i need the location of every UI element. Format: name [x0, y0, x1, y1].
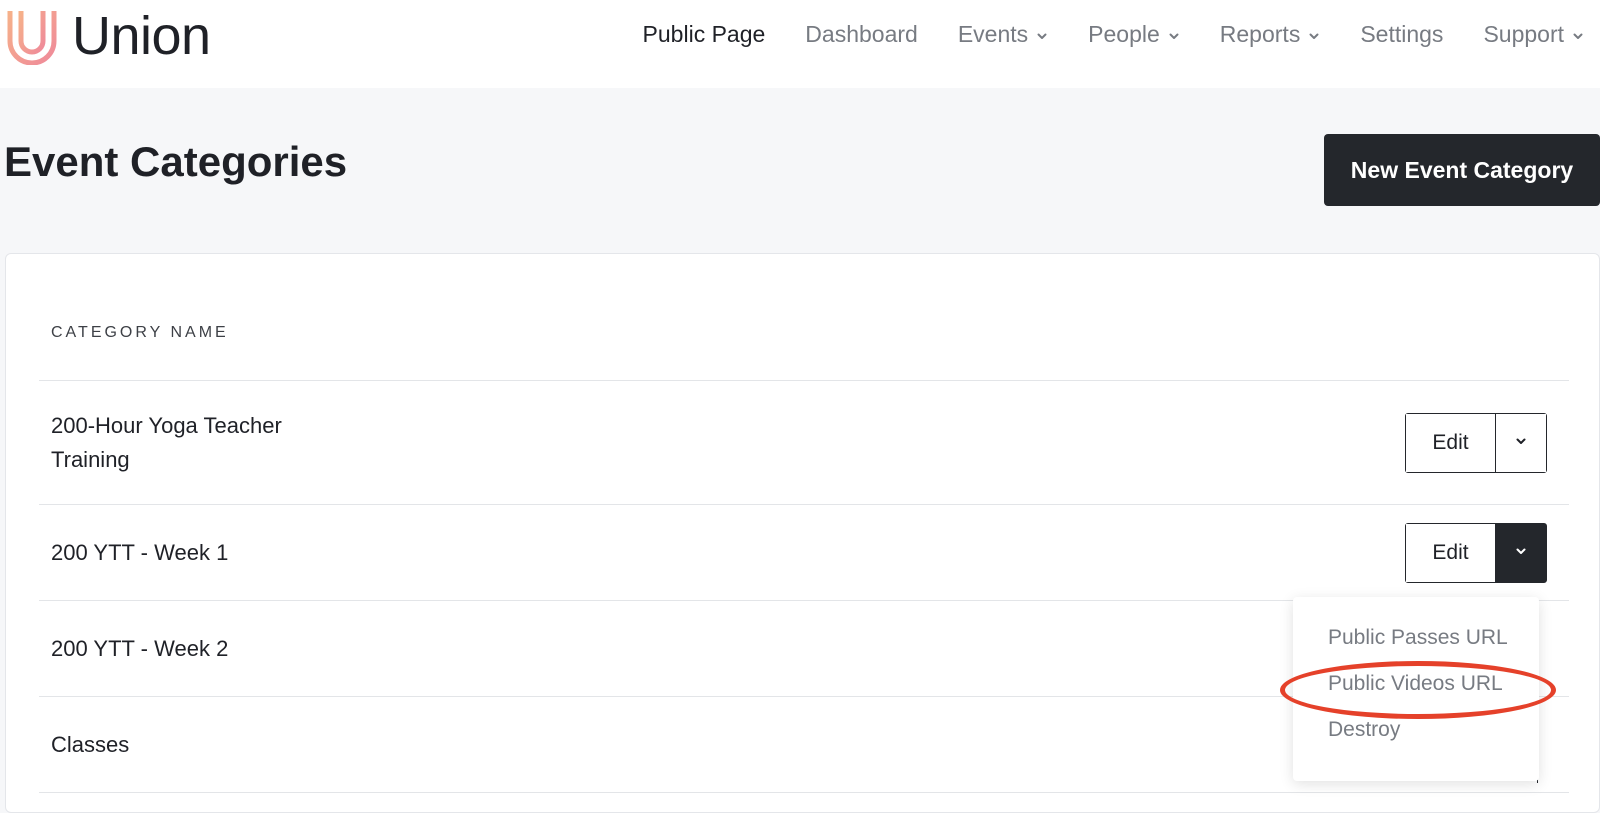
column-header-category-name: CATEGORY NAME — [51, 324, 229, 341]
nav-item-events[interactable]: Events — [958, 21, 1048, 48]
chevron-down-icon — [1515, 435, 1527, 450]
dropdown-item-public-videos-url[interactable]: Public Videos URL — [1293, 661, 1539, 707]
nav-item-label: Settings — [1360, 20, 1444, 47]
nav-item-label: Dashboard — [805, 20, 918, 47]
edit-button[interactable]: Edit — [1406, 523, 1496, 582]
nav-item-dashboard[interactable]: Dashboard — [805, 21, 918, 48]
nav-item-people[interactable]: People — [1088, 21, 1180, 48]
row-actions-dropdown: Public Passes URL Public Videos URL Destro… — [1293, 597, 1539, 781]
nav-item-support[interactable]: Support — [1483, 21, 1584, 48]
main-nav: Public Page Dashboard Events People Reports S… — [643, 0, 1584, 68]
row-actions: Edit — [1405, 412, 1547, 473]
category-name: 200 YTT - Week 1 — [51, 539, 229, 565]
app-name: Union — [72, 6, 211, 66]
nav-item-label: Events — [957, 20, 1029, 47]
nav-item-public-page[interactable]: Public Page — [643, 21, 766, 48]
top-header: Union Public Page Dashboard Events People Re… — [0, 0, 1600, 88]
table-bottom-border — [39, 792, 1569, 793]
nav-item-label: Support — [1483, 20, 1564, 47]
row-actions: Edit — [1405, 522, 1547, 583]
chevron-down-icon — [1572, 21, 1584, 48]
dropdown-item-public-passes-url[interactable]: Public Passes URL — [1293, 615, 1539, 661]
chevron-down-icon — [1168, 21, 1180, 48]
nav-item-label: Reports — [1219, 20, 1301, 47]
category-name: 200-Hour Yoga Teacher Training — [51, 412, 282, 472]
nav-item-settings[interactable]: Settings — [1360, 21, 1443, 48]
edit-button[interactable]: Edit — [1406, 413, 1496, 472]
chevron-down-icon — [1036, 21, 1048, 48]
nav-item-label: People — [1088, 20, 1160, 47]
table-row: 200-Hour Yoga Teacher Training Edit — [39, 380, 1569, 504]
chevron-down-icon — [1308, 21, 1320, 48]
row-menu-toggle-button[interactable] — [1496, 413, 1546, 472]
chevron-down-icon — [1515, 545, 1527, 560]
dropdown-item-destroy[interactable]: Destroy — [1293, 707, 1539, 753]
new-event-category-button[interactable]: New Event Category — [1324, 134, 1600, 206]
union-logo-icon — [7, 11, 57, 65]
row-menu-toggle-button[interactable] — [1496, 523, 1546, 582]
nav-item-reports[interactable]: Reports — [1220, 21, 1321, 48]
category-name: Classes — [51, 731, 130, 757]
union-logo[interactable]: Union — [6, 6, 211, 66]
table-row: 200 YTT - Week 1 Edit — [39, 504, 1569, 600]
category-name: 200 YTT - Week 2 — [51, 635, 229, 661]
nav-item-label: Public Page — [642, 20, 766, 47]
page-title: Event Categories — [4, 138, 348, 185]
